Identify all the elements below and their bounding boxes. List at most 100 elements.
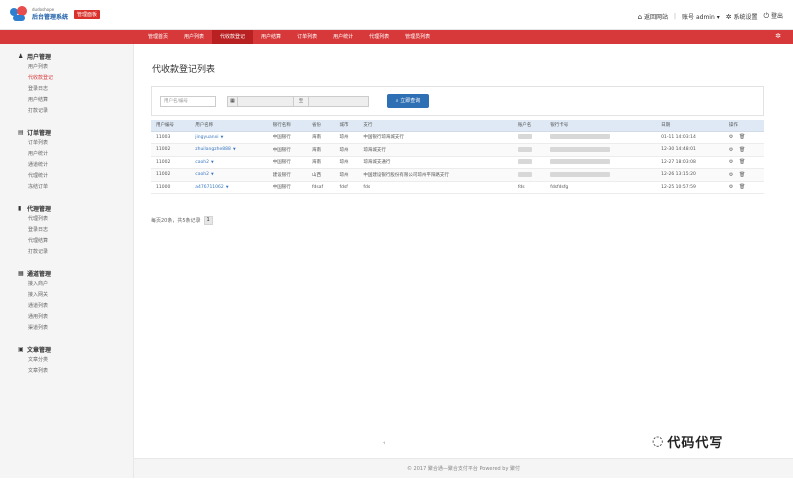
cell-date: 01-11 14:03:14 <box>656 131 724 144</box>
caret-down-icon[interactable]: ▼ <box>232 147 236 151</box>
delete-icon[interactable]: 🗑 <box>739 159 747 165</box>
cell-username: jingyuanxi ▼ <box>190 131 268 144</box>
delete-icon[interactable]: 🗑 <box>739 134 747 140</box>
sidebar-item[interactable]: 代理列表 <box>18 214 133 225</box>
search-button[interactable]: ⌕ 立即查询 <box>387 94 429 108</box>
caret-down-icon[interactable]: ▼ <box>219 135 224 139</box>
delete-icon[interactable]: 🗑 <box>739 172 747 178</box>
username-search-input[interactable]: 用户名/编号 <box>160 96 216 107</box>
edit-icon[interactable]: ⚙ <box>729 147 735 153</box>
nav-item[interactable]: 用户统计 <box>325 30 361 44</box>
sidebar-item[interactable]: 冻结订单 <box>18 182 133 193</box>
sidebar-group-label: 代理管理 <box>27 205 52 213</box>
caret-down-icon[interactable]: ▼ <box>210 172 214 176</box>
nav-item[interactable]: 管理员列表 <box>397 30 438 44</box>
page-button[interactable]: 1 <box>203 216 213 225</box>
cell-account-name <box>512 168 546 182</box>
username-link[interactable]: a476711062 <box>195 185 224 190</box>
sidebar-item[interactable]: 打款记录 <box>18 247 133 258</box>
cell-branch: 中国银行琼海城支行 <box>358 131 513 144</box>
sidebar-group-title[interactable]: ▮ 代理管理 <box>18 202 133 214</box>
nav-item[interactable]: 用户列表 <box>176 30 212 44</box>
sidebar-item[interactable]: 通道列表 <box>18 301 133 312</box>
sidebar-group-title[interactable]: ▣ 文章管理 <box>18 343 133 355</box>
edit-icon[interactable]: ⚙ <box>729 134 735 140</box>
nav-item[interactable]: 订单列表 <box>289 30 325 44</box>
article-icon: ▣ <box>18 345 24 353</box>
sidebar-item[interactable]: 订单列表 <box>18 138 133 149</box>
cell-card-number <box>545 168 657 182</box>
cell-user-id: 11000 <box>151 181 191 194</box>
home-link[interactable]: ⌂ 返回网站 <box>638 12 668 21</box>
logo[interactable]: dudoshope 后台管理系统 管理面板 <box>10 6 101 22</box>
table-row: 11002 caoh2 ▼ 中国银行 海南 琼州 琼海城支通行 12-27 18:03:08… <box>151 156 764 169</box>
sidebar-item[interactable]: 通用列表 <box>18 312 133 323</box>
column-header: 银行卡号 <box>545 120 657 132</box>
sidebar-group-label: 通道管理 <box>27 270 52 278</box>
edit-icon[interactable]: ⚙ <box>729 184 735 190</box>
cell-date: 12-27 18:03:08 <box>656 156 724 169</box>
username-link[interactable]: caoh2 <box>195 160 209 165</box>
sidebar-group-label: 订单管理 <box>27 129 52 137</box>
username-link[interactable]: jingyuanxi <box>195 135 218 140</box>
gear-icon: ✲ <box>725 12 732 21</box>
sidebar-item[interactable]: 代收款登记 <box>18 73 133 84</box>
start-date-input[interactable] <box>237 96 294 107</box>
end-date-input[interactable] <box>308 96 369 107</box>
sidebar-item[interactable]: 接入商户 <box>18 279 133 290</box>
sidebar-item[interactable]: 文章列表 <box>18 366 133 377</box>
nav-settings-icon[interactable]: ✲ <box>775 32 781 40</box>
account-menu[interactable]: 账号 admin ▾ <box>682 12 720 21</box>
nav-item[interactable]: 代理列表 <box>361 30 397 44</box>
row-actions: ⚙ 🗑 <box>729 134 747 140</box>
records-table: 用户编号 用户名称 银行名称 省份 城市 支行 账户名 银行卡号 日期 操作 11003 jingy… <box>151 120 764 194</box>
username-link[interactable]: caoh2 <box>195 172 209 177</box>
sidebar-item[interactable]: 渠道列表 <box>18 323 133 334</box>
caret-down-icon: ▾ <box>716 13 720 21</box>
sidebar-item[interactable]: 代理统计 <box>18 171 133 182</box>
sidebar-item[interactable]: 接入网关 <box>18 290 133 301</box>
sidebar-group-title[interactable]: ▦ 通道管理 <box>18 267 133 279</box>
sidebar-item[interactable]: 代理结算 <box>18 236 133 247</box>
column-header: 日期 <box>656 120 724 132</box>
sidebar-item[interactable]: 通道统计 <box>18 160 133 171</box>
watermark: ◌ 代码代写 <box>652 432 723 451</box>
nav-item[interactable]: 用户结算 <box>253 30 289 44</box>
date-range-separator: 至 <box>293 96 309 107</box>
sidebar-group: ♟ 用户管理 用户列表 代收款登记 登录日志 用户结算 打款记录 <box>18 50 133 117</box>
masked-account <box>517 171 532 177</box>
sidebar-item[interactable]: 用户结算 <box>18 95 133 106</box>
settings-link[interactable]: ✲ 系统设置 <box>726 12 758 21</box>
edit-icon[interactable]: ⚙ <box>729 172 735 178</box>
cell-province: 海南 <box>306 156 335 169</box>
cell-bank: 中国银行 <box>267 131 307 144</box>
row-actions: ⚙ 🗑 <box>729 172 747 178</box>
sidebar-item[interactable]: 打款记录 <box>18 106 133 117</box>
file-icon: ▮ <box>18 204 22 212</box>
cell-province: 海南 <box>306 131 335 144</box>
cell-branch: fds <box>358 181 513 194</box>
logout-link[interactable]: ⏻ 登出 <box>764 11 783 21</box>
delete-icon[interactable]: 🗑 <box>739 147 747 153</box>
nav-item[interactable]: 管理首页 <box>140 30 176 44</box>
caret-down-icon[interactable]: ▼ <box>225 185 229 189</box>
nav-item[interactable]: 代收款登记 <box>212 30 254 44</box>
masked-account <box>517 146 532 152</box>
cell-user-id: 11002 <box>151 143 191 157</box>
sidebar-group-title[interactable]: ▤ 订单管理 <box>18 126 133 138</box>
sidebar-item[interactable]: 登录日志 <box>18 84 133 95</box>
column-header: 银行名称 <box>267 120 307 132</box>
sidebar-item[interactable]: 文章分类 <box>18 355 133 366</box>
sidebar-item[interactable]: 用户统计 <box>18 149 133 160</box>
column-header: 城市 <box>334 120 359 132</box>
caret-down-icon[interactable]: ▼ <box>210 160 214 164</box>
delete-icon[interactable]: 🗑 <box>739 184 747 190</box>
sidebar-group-title[interactable]: ♟ 用户管理 <box>18 50 133 62</box>
sidebar-item[interactable]: 登录日志 <box>18 225 133 236</box>
username-link[interactable]: zhuilangzhe888 <box>195 147 231 152</box>
sidebar-item[interactable]: 用户列表 <box>18 62 133 73</box>
edit-icon[interactable]: ⚙ <box>729 159 735 165</box>
sidebar-group: ▣ 文章管理 文章分类 文章列表 <box>18 343 133 377</box>
channel-icon: ▦ <box>18 269 24 277</box>
column-header: 用户名称 <box>190 120 268 132</box>
